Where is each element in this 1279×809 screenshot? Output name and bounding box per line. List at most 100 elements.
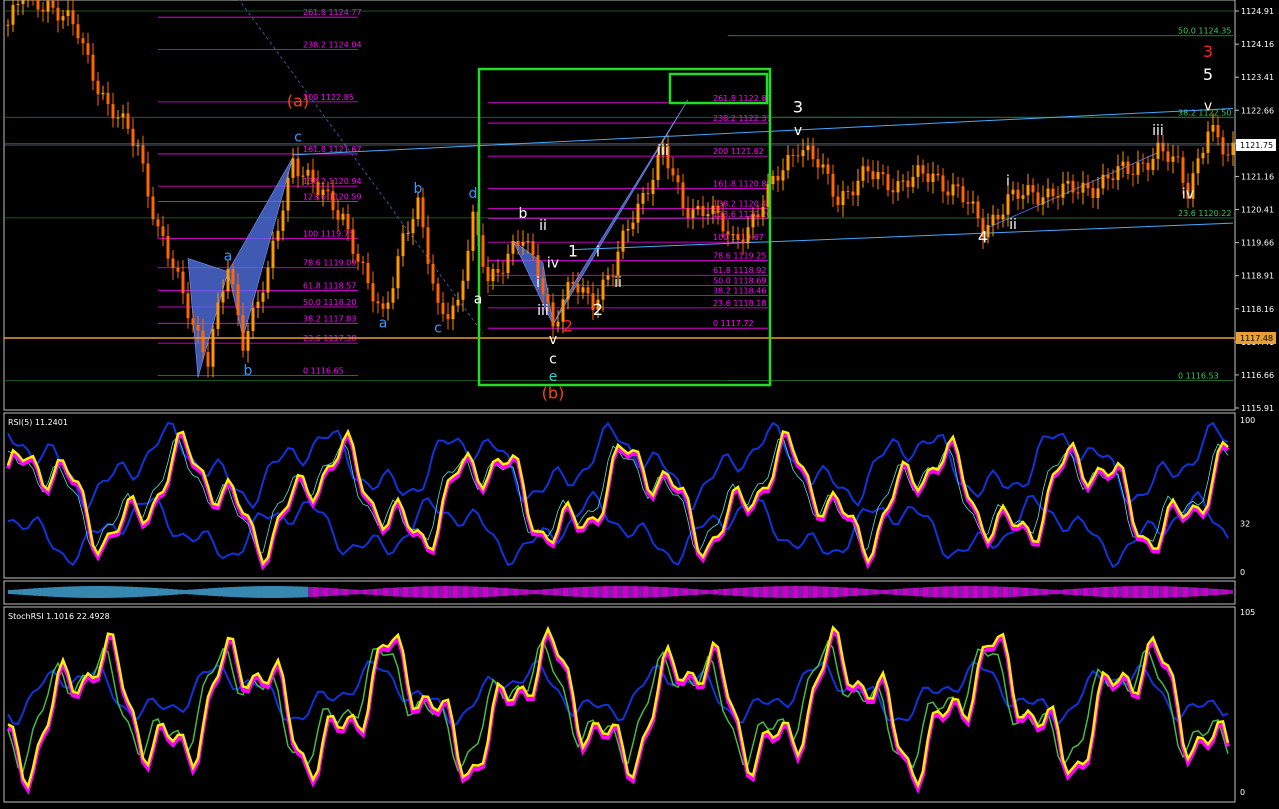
histogram-bar [573, 587, 578, 597]
candle-body [976, 201, 980, 219]
candle-body [641, 192, 645, 204]
stoch-shadow-line [7, 627, 1230, 796]
candle-body [36, 0, 40, 10]
candle-body [126, 113, 130, 129]
candle-body [296, 158, 300, 177]
candle-body [961, 186, 965, 203]
histogram-bar [123, 586, 128, 598]
candle-body [1051, 188, 1055, 197]
histogram-bar [723, 588, 728, 596]
price-axis-label: 1116.66 [1241, 371, 1274, 380]
histogram-bar [938, 586, 943, 598]
histogram-bar [73, 586, 78, 598]
histogram-bar [913, 587, 918, 597]
histogram-bar [378, 588, 383, 596]
histogram-bar [578, 587, 583, 597]
candle-body [881, 172, 885, 175]
histogram-bar [628, 586, 633, 598]
wave-label: 2 [593, 300, 603, 319]
histogram-bar [663, 587, 668, 597]
candle-body [831, 173, 835, 197]
histogram-bar [1098, 587, 1103, 597]
histogram-bar [713, 589, 718, 595]
candle-body [746, 227, 750, 244]
histogram-bar [223, 587, 228, 597]
histogram-bar [998, 586, 1003, 598]
candle-body [801, 150, 805, 157]
candle-body [896, 181, 900, 193]
candle-body [696, 205, 700, 210]
candle-body [846, 191, 850, 193]
candle-body [856, 180, 860, 196]
histogram-bar [423, 586, 428, 598]
candle-body [606, 275, 610, 280]
histogram-bar [1228, 589, 1233, 595]
candle-body [786, 154, 790, 171]
wave-label: 3 [1203, 42, 1213, 61]
fib-label: 78.6 1119.09 [303, 259, 356, 268]
histogram-bar [228, 587, 233, 597]
histogram-bar [268, 586, 273, 598]
candle-body [776, 175, 780, 181]
candle-body [1081, 182, 1085, 193]
histogram-bar [848, 587, 853, 597]
histogram-bar [198, 588, 203, 596]
candle-body [176, 268, 180, 272]
candle-body [436, 283, 440, 303]
candle-body [316, 181, 320, 195]
candle-body [1116, 166, 1120, 181]
histogram-bar [673, 587, 678, 597]
stoch-axis-label: 0 [1240, 788, 1245, 797]
candle-body [291, 158, 295, 178]
histogram-bar [643, 586, 648, 598]
histogram-bar [338, 588, 343, 596]
wave-label: v [549, 332, 557, 348]
histogram-bar [13, 589, 18, 595]
histogram-bar [593, 586, 598, 598]
histogram-bar [953, 586, 958, 598]
histogram-bar [1078, 588, 1083, 596]
histogram-panel [8, 586, 1233, 598]
wave-label: ii [614, 275, 622, 291]
histogram-bar [963, 586, 968, 598]
histogram-bar [718, 589, 723, 595]
candle-body [371, 283, 375, 302]
histogram-bar [138, 587, 143, 597]
histogram-bar [1213, 588, 1218, 596]
candle-body [401, 233, 405, 257]
histogram-bar [683, 588, 688, 596]
candle-body [1121, 161, 1125, 167]
histogram-bar [873, 589, 878, 595]
trendline-lower [572, 222, 1234, 251]
candle-body [231, 268, 235, 285]
histogram-bar [1138, 586, 1143, 598]
histogram-bar [1218, 589, 1223, 595]
candle-body [1071, 180, 1075, 193]
candle-body [916, 165, 920, 177]
fib-label: 38.2 1118.46 [713, 287, 766, 296]
candle-body [386, 302, 390, 309]
histogram-bar [858, 588, 863, 596]
candle-body [761, 206, 765, 218]
candle-body [1216, 124, 1220, 138]
histogram-bar [768, 586, 773, 598]
histogram-bar [413, 586, 418, 598]
candle-body [156, 219, 160, 227]
stoch-axis-label: 105 [1240, 608, 1255, 617]
histogram-bar [143, 587, 148, 597]
candle-body [351, 229, 355, 254]
candle-body [86, 43, 90, 55]
candle-body [871, 171, 875, 180]
candle-body [171, 258, 175, 269]
histogram-bar [758, 586, 763, 598]
histogram-bar [1123, 586, 1128, 598]
histogram-bar [173, 589, 178, 595]
histogram-bar [468, 586, 473, 598]
candle-body [681, 182, 685, 209]
fib-label: 61.8 1118.57 [303, 282, 356, 291]
histogram-bar [458, 586, 463, 598]
candle-body [121, 113, 125, 118]
histogram-bar [798, 586, 803, 598]
histogram-bar [658, 586, 663, 598]
histogram-bar [823, 586, 828, 598]
